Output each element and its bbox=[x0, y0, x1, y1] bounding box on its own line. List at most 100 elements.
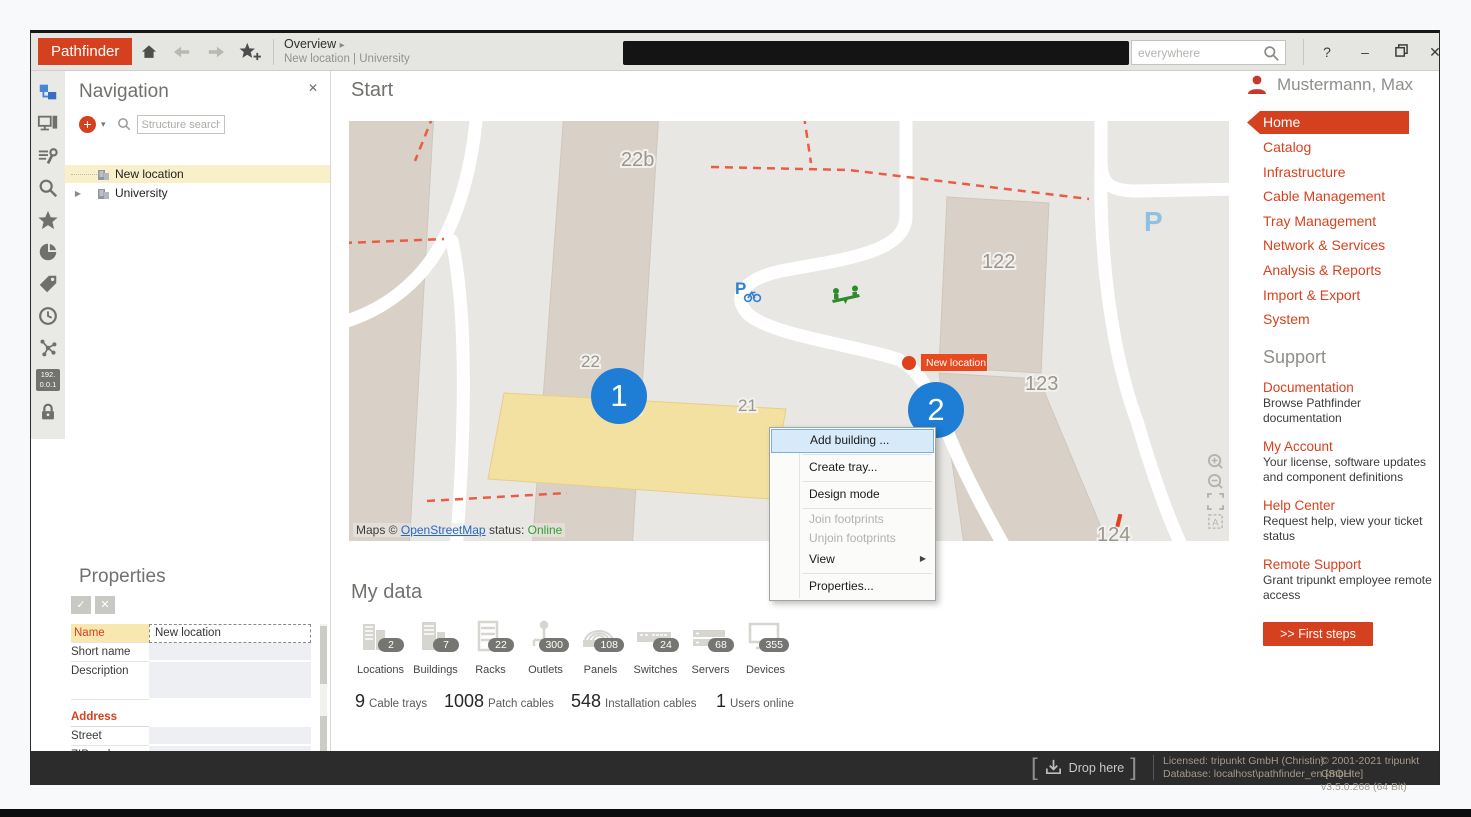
my-data-tiles: 2 Locations 7 Buildings 22 Racks 300 Out… bbox=[353, 618, 793, 682]
menu-cable-management[interactable]: Cable Management bbox=[1263, 184, 1441, 209]
workplace-module-button[interactable] bbox=[31, 108, 65, 140]
zoom-in-icon[interactable] bbox=[1207, 453, 1224, 470]
restore-button[interactable] bbox=[1387, 40, 1415, 64]
tree-item-new-location[interactable]: New location bbox=[65, 165, 330, 183]
tree-item-label[interactable]: University bbox=[115, 186, 168, 200]
prop-label-street: Street bbox=[71, 727, 149, 746]
tree-item-label[interactable]: New location bbox=[115, 167, 184, 181]
prop-value-description[interactable] bbox=[149, 662, 311, 700]
drop-here-label: Drop here bbox=[1069, 761, 1125, 775]
back-button[interactable] bbox=[169, 40, 195, 64]
first-steps-button[interactable]: >> First steps bbox=[1263, 622, 1373, 646]
svg-text:A: A bbox=[1212, 517, 1219, 528]
location-icon bbox=[97, 168, 110, 181]
tags-module-button[interactable] bbox=[31, 268, 65, 300]
map-label-22: 22 bbox=[581, 352, 600, 371]
global-search[interactable] bbox=[1131, 40, 1286, 65]
breadcrumb-current[interactable]: Overview bbox=[284, 37, 336, 51]
right-sidebar: Mustermann, Max Home Catalog Infrastruct… bbox=[1241, 73, 1441, 646]
menu-separator bbox=[802, 573, 932, 574]
select-area-icon[interactable]: A bbox=[1207, 513, 1224, 530]
link-documentation[interactable]: Documentation bbox=[1263, 380, 1441, 395]
apply-button[interactable]: ✓ bbox=[71, 596, 91, 614]
search-input[interactable] bbox=[1138, 41, 1258, 64]
menu-item-create-tray[interactable]: Create tray... bbox=[771, 456, 934, 480]
tile-outlets[interactable]: 300 Outlets bbox=[518, 618, 573, 682]
drop-download-icon bbox=[1044, 758, 1063, 777]
map-context-menu: Add building ... Create tray... Design m… bbox=[769, 427, 936, 601]
search-module-button[interactable] bbox=[31, 172, 65, 204]
breadcrumb[interactable]: Overview ▸ New location | University bbox=[284, 37, 410, 65]
security-module-button[interactable] bbox=[31, 396, 65, 428]
forward-button[interactable] bbox=[203, 40, 229, 64]
main-menu: Home Catalog Infrastructure Cable Manage… bbox=[1241, 111, 1441, 332]
reports-module-button[interactable] bbox=[31, 236, 65, 268]
menu-item-add-building[interactable]: Add building ... bbox=[771, 429, 934, 453]
close-button[interactable]: ✕ bbox=[1421, 40, 1449, 64]
breadcrumb-item-university[interactable]: University bbox=[359, 53, 409, 65]
menu-separator bbox=[802, 454, 932, 455]
panel-close-button[interactable]: ✕ bbox=[308, 81, 318, 95]
app-logo[interactable]: Pathfinder bbox=[38, 38, 132, 65]
drop-here-zone[interactable]: [ Drop here ] bbox=[1031, 751, 1137, 784]
favorite-add-button[interactable] bbox=[237, 40, 263, 64]
zoom-out-icon[interactable] bbox=[1207, 473, 1224, 490]
screen-bottom-strip bbox=[0, 809, 1471, 817]
tile-switches[interactable]: 24 Switches bbox=[628, 618, 683, 682]
menu-item-design-mode[interactable]: Design mode bbox=[771, 483, 934, 507]
add-structure-button[interactable]: + bbox=[79, 116, 96, 133]
favorites-module-button[interactable] bbox=[31, 204, 65, 236]
menu-infrastructure[interactable]: Infrastructure bbox=[1263, 160, 1441, 185]
prop-value-street[interactable] bbox=[149, 727, 311, 746]
link-help-center[interactable]: Help Center bbox=[1263, 498, 1441, 513]
menu-import-export[interactable]: Import & Export bbox=[1263, 283, 1441, 308]
star-plus-icon bbox=[238, 42, 262, 62]
link-remote-support[interactable]: Remote Support bbox=[1263, 557, 1441, 572]
openstreetmap-link[interactable]: OpenStreetMap bbox=[401, 523, 486, 537]
tile-buildings[interactable]: 7 Buildings bbox=[408, 618, 463, 682]
prop-value-short-name[interactable] bbox=[149, 643, 311, 662]
tile-racks[interactable]: 22 Racks bbox=[463, 618, 518, 682]
home-button[interactable] bbox=[136, 40, 162, 64]
menu-network-services[interactable]: Network & Services bbox=[1263, 233, 1441, 258]
bracket-right: ] bbox=[1130, 754, 1137, 782]
fit-view-icon[interactable] bbox=[1207, 493, 1224, 510]
link-my-account[interactable]: My Account bbox=[1263, 439, 1441, 454]
ip-module-button[interactable]: 192.0.0.1 bbox=[31, 364, 65, 396]
title-bar: Pathfinder Overview ▸ New location | Uni… bbox=[31, 33, 1439, 71]
menu-analysis-reports[interactable]: Analysis & Reports bbox=[1263, 258, 1441, 283]
history-module-button[interactable] bbox=[31, 300, 65, 332]
scrollbar-thumb[interactable] bbox=[320, 626, 327, 684]
service-tools-icon bbox=[37, 145, 59, 167]
menu-tray-management[interactable]: Tray Management bbox=[1263, 209, 1441, 234]
minimize-button[interactable]: – bbox=[1351, 40, 1379, 64]
discard-button[interactable]: ✕ bbox=[95, 596, 115, 614]
menu-catalog[interactable]: Catalog bbox=[1263, 135, 1441, 160]
properties-scrollbar[interactable] bbox=[320, 624, 327, 755]
support-title: Support bbox=[1263, 347, 1441, 368]
scrollbar-thumb[interactable] bbox=[320, 716, 327, 755]
tree-item-university[interactable]: ▶ University bbox=[65, 184, 330, 202]
location-marker-dot[interactable] bbox=[902, 356, 916, 370]
structure-module-button[interactable] bbox=[31, 76, 65, 108]
menu-item-properties[interactable]: Properties... bbox=[771, 575, 934, 599]
tile-panels[interactable]: 108 Panels bbox=[573, 618, 628, 682]
expander-icon[interactable]: ▶ bbox=[73, 189, 83, 198]
structure-search-input[interactable] bbox=[137, 115, 225, 134]
help-button[interactable]: ? bbox=[1313, 40, 1341, 64]
user-account[interactable]: Mustermann, Max bbox=[1245, 73, 1441, 97]
menu-home[interactable]: Home bbox=[1247, 111, 1409, 134]
breadcrumb-arrow-icon: ▸ bbox=[340, 40, 345, 51]
parking-icon: P bbox=[1144, 206, 1163, 237]
breadcrumb-item-location[interactable]: New location bbox=[284, 53, 350, 65]
tile-devices[interactable]: 355 Devices bbox=[738, 618, 793, 682]
menu-item-view[interactable]: View ▶ bbox=[771, 548, 934, 572]
chevron-down-icon[interactable]: ▾ bbox=[101, 119, 106, 130]
topology-module-button[interactable] bbox=[31, 332, 65, 364]
app-window: Pathfinder Overview ▸ New location | Uni… bbox=[30, 30, 1440, 785]
prop-value-name[interactable]: New location bbox=[149, 624, 311, 643]
tile-locations[interactable]: 2 Locations bbox=[353, 618, 408, 682]
menu-system[interactable]: System bbox=[1263, 307, 1441, 332]
tile-servers[interactable]: 68 Servers bbox=[683, 618, 738, 682]
tools-module-button[interactable] bbox=[31, 140, 65, 172]
